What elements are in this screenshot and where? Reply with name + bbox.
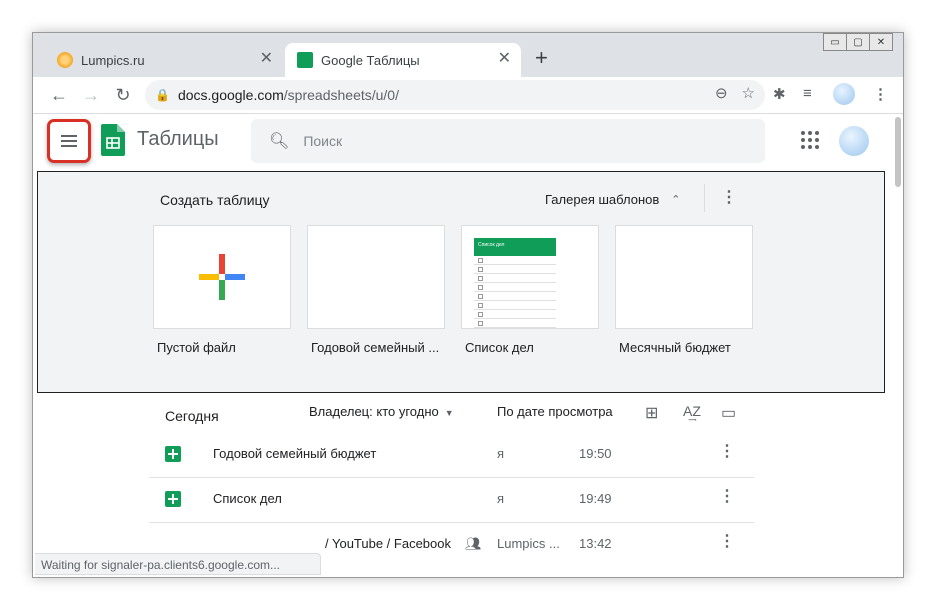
sheets-logo-icon [101,124,125,156]
main-menu-button[interactable] [47,119,91,163]
window-controls: ▭ ▢ ✕ [823,33,893,51]
orange-favicon-icon [57,52,73,68]
more-options-icon[interactable]: ⋮ [719,444,735,460]
browser-menu-icon[interactable]: ⋮ [873,85,888,103]
tab-label: Lumpics.ru [81,52,145,68]
url-host: docs.google.com [177,87,284,103]
hamburger-icon [61,135,77,147]
search-placeholder: Поиск [303,133,343,149]
template-label: Месячный бюджет [619,340,731,355]
maximize-button[interactable]: ▢ [846,33,870,51]
sheets-page: Таблицы 🔍︎ Поиск Создать таблицу Галерея… [33,114,903,577]
file-time: 19:49 [579,491,612,506]
minimize-button[interactable]: ▭ [823,33,847,51]
template-section-title: Создать таблицу [160,192,270,208]
page-scrollbar[interactable] [895,117,901,187]
app-header: Таблицы 🔍︎ Поиск [33,114,903,170]
more-options-icon[interactable]: ⋮ [719,489,735,505]
dropdown-arrow-icon: ▼ [444,408,454,418]
lock-icon: 🔒 [155,88,170,102]
divider [704,184,705,212]
more-options-icon[interactable]: ⋮ [721,190,737,206]
file-time: 19:50 [579,446,612,461]
file-time: 13:42 [579,536,612,551]
search-box[interactable]: 🔍︎ Поиск [251,119,765,163]
tab-bar: Lumpics.ru ✕ Google Таблицы ✕ + ▭ ▢ ✕ [33,33,903,77]
todo-preview: Список дел [474,238,556,328]
shared-people-icon: 👥︎ [465,536,482,551]
file-row[interactable]: Годовой семейный бюджет я 19:50 ⋮ [149,432,754,478]
media-control-icon[interactable]: ≡ [803,85,812,102]
file-owner: я [497,491,505,506]
browser-toolbar: ← → ↻ 🔒 docs.google.com /spreadsheets/u/… [33,77,903,114]
template-label: Список дел [465,340,534,355]
owner-filter-label: Владелец: кто угодно [309,404,439,419]
owner-filter[interactable]: Владелец: кто угодно ▼ [309,404,454,419]
search-icon: 🔍︎ [269,133,290,150]
file-name: Годовой семейный бюджет [213,446,377,461]
reload-button[interactable]: ↻ [111,83,135,107]
grid-view-icon[interactable]: ⊞ [645,403,658,423]
template-gallery-button[interactable]: Галерея шаблонов ⌃ [545,192,680,207]
folder-icon[interactable]: ▭ [721,403,736,423]
tab-lumpics[interactable]: Lumpics.ru ✕ [45,43,283,77]
template-card-family-budget[interactable] [307,225,445,329]
template-card-blank[interactable] [153,225,291,329]
account-avatar[interactable] [839,126,869,156]
bookmark-star-icon[interactable]: ☆ [742,84,755,102]
section-title: Сегодня [165,408,219,424]
file-owner: Lumpics ... [497,536,560,551]
back-button[interactable]: ← [47,83,71,107]
close-window-button[interactable]: ✕ [869,33,893,51]
plus-icon [199,254,245,300]
recent-files: Сегодня Владелец: кто угодно ▼ По дате пр… [33,392,903,577]
template-label: Годовой семейный ... [311,340,440,355]
extensions-puzzle-icon[interactable]: ✱ [773,85,786,103]
sheets-file-icon [165,491,181,507]
status-bar: Waiting for signaler-pa.clients6.google.… [35,553,321,575]
file-name: Список дел [213,491,282,506]
more-options-icon[interactable]: ⋮ [719,534,735,550]
address-bar[interactable]: 🔒 docs.google.com /spreadsheets/u/0/ ⊖ ☆ [145,80,765,110]
browser-profile-avatar[interactable] [833,83,855,105]
google-apps-icon[interactable] [801,131,819,149]
sort-by-button[interactable]: По дате просмотра [497,404,613,419]
template-gallery: Создать таблицу Галерея шаблонов ⌃ ⋮ Пус… [37,171,885,393]
new-tab-button[interactable]: + [535,47,548,69]
template-label: Пустой файл [157,340,236,355]
app-title: Таблицы [137,128,219,150]
omnibox-actions: ⊖ ☆ [715,84,755,102]
file-owner: я [497,446,505,461]
zoom-icon[interactable]: ⊖ [715,84,728,102]
url-path: /spreadsheets/u/0/ [283,87,399,103]
browser-window: Lumpics.ru ✕ Google Таблицы ✕ + ▭ ▢ ✕ ← … [32,32,904,578]
tab-label: Google Таблицы [321,52,420,68]
sheets-file-icon [165,446,181,462]
template-card-monthly-budget[interactable] [615,225,753,329]
expand-collapse-icon: ⌃ [671,194,681,206]
close-tab-icon[interactable]: ✕ [498,51,511,67]
sort-az-icon[interactable]: A͢Z [683,403,701,419]
todo-preview-title: Список дел [474,238,556,256]
tab-google-sheets[interactable]: Google Таблицы ✕ [285,43,521,77]
close-tab-icon[interactable]: ✕ [260,51,273,67]
file-name: / YouTube / Facebook [325,536,452,551]
template-card-todo[interactable]: Список дел [461,225,599,329]
forward-button[interactable]: → [79,83,103,107]
file-row[interactable]: Список дел я 19:49 ⋮ [149,477,754,523]
gallery-label: Галерея шаблонов [545,192,660,207]
sheets-favicon-icon [297,52,313,68]
